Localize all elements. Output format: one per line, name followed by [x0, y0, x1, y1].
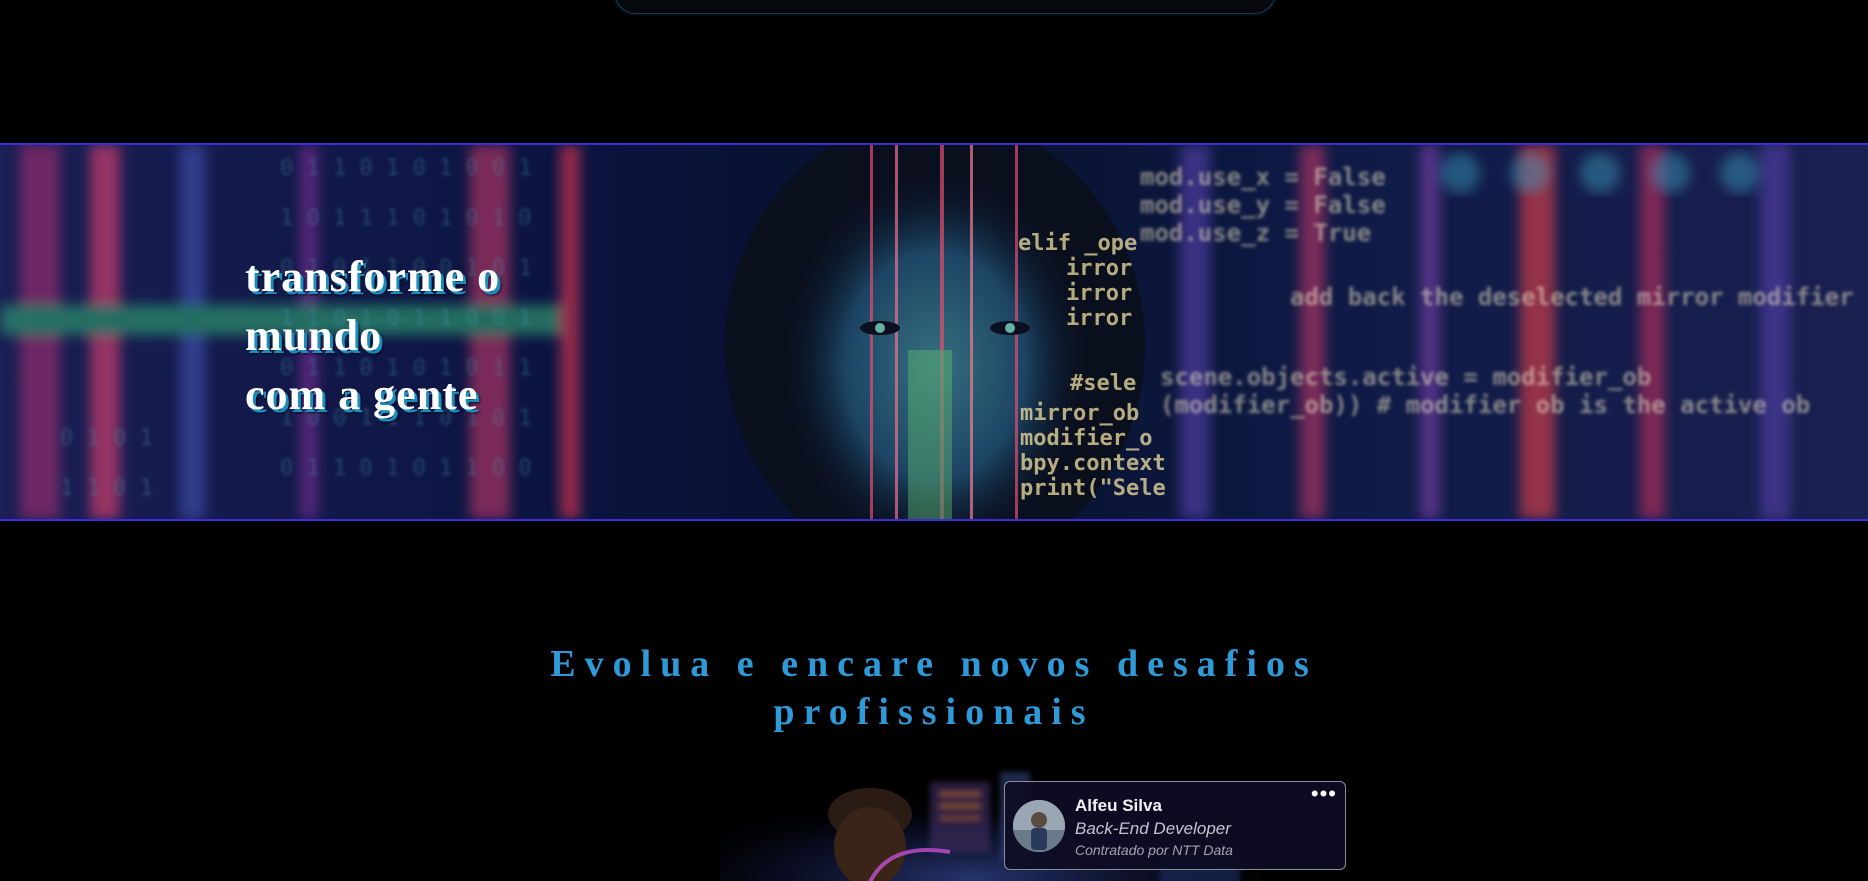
svg-text:bpy.context: bpy.context — [1020, 451, 1166, 476]
avatar — [1013, 800, 1065, 852]
hero-title-line: mundo — [245, 311, 383, 360]
top-search-bar[interactable] — [614, 0, 1276, 14]
svg-text:0 1 1 0 1 0 1 1 0 0: 0 1 1 0 1 0 1 1 0 0 — [280, 456, 532, 481]
svg-text:irror: irror — [1066, 281, 1132, 306]
section-title-line: Evolua e encare novos desafios — [550, 643, 1318, 685]
section-title-line: profissionais — [773, 691, 1095, 733]
more-options-icon[interactable]: ••• — [1311, 783, 1337, 805]
svg-text:1 1 0 1: 1 1 0 1 — [60, 476, 153, 501]
page: 0 1 1 0 1 0 1 0 0 1 1 0 1 1 1 0 1 0 1 0 … — [0, 0, 1868, 881]
svg-text:(modifier_ob)) # modifier ob i: (modifier_ob)) # modifier ob is the acti… — [1160, 391, 1810, 419]
profile-role: Back-End Developer — [1075, 819, 1231, 838]
hero-title: transforme o mundo com a gente — [245, 247, 500, 424]
svg-text:1 0 1 1 1 0 1 0 1 0: 1 0 1 1 1 0 1 0 1 0 — [280, 206, 532, 231]
svg-text:mirror_ob: mirror_ob — [1020, 401, 1139, 426]
svg-text:0 1 1 0 1 0 1 0 0 1: 0 1 1 0 1 0 1 0 0 1 — [280, 156, 532, 181]
svg-text:print("Sele: print("Sele — [1020, 476, 1166, 501]
hero-banner: 0 1 1 0 1 0 1 0 0 1 1 0 1 1 1 0 1 0 1 0 … — [0, 143, 1868, 521]
svg-text:0 1 0 1: 0 1 0 1 — [60, 426, 153, 451]
svg-text:elif _ope: elif _ope — [1018, 231, 1137, 256]
svg-text:#sele: #sele — [1070, 371, 1136, 396]
profile-card[interactable]: Alfeu Silva Back-End Developer Contratad… — [1004, 781, 1346, 870]
svg-text:modifier_o: modifier_o — [1020, 426, 1152, 451]
svg-text:mod.use_y = False: mod.use_y = False — [1140, 191, 1386, 219]
svg-text:mod.use_z = True: mod.use_z = True — [1140, 219, 1371, 247]
svg-text:irror: irror — [1066, 306, 1132, 331]
svg-text:add back the deselected mirror: add back the deselected mirror modifier — [1290, 283, 1854, 311]
hero-title-line: transforme o — [245, 252, 501, 301]
svg-text:irror: irror — [1066, 256, 1132, 281]
svg-text:mod.use_x = False: mod.use_x = False — [1140, 163, 1386, 191]
section-title: Evolua e encare novos desafios profissio… — [434, 640, 1434, 736]
profile-name: Alfeu Silva — [1075, 796, 1162, 815]
svg-text:scene.objects.active = modifie: scene.objects.active = modifier_ob — [1160, 363, 1651, 391]
profile-company: Contratado por NTT Data — [1075, 842, 1233, 858]
hero-title-line: com a gente — [245, 370, 479, 419]
